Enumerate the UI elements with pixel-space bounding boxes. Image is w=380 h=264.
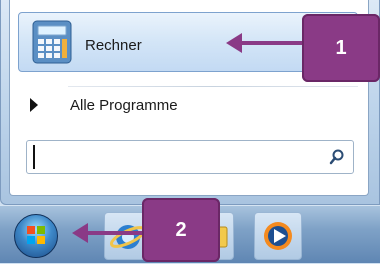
callout-1: 1 (302, 14, 380, 82)
callout-2-arrowhead (72, 223, 88, 243)
callout-2: 2 (142, 198, 220, 262)
callout-2-number: 2 (175, 218, 187, 241)
callout-1-number: 1 (335, 36, 347, 59)
callout-1-arrowhead (226, 33, 242, 53)
